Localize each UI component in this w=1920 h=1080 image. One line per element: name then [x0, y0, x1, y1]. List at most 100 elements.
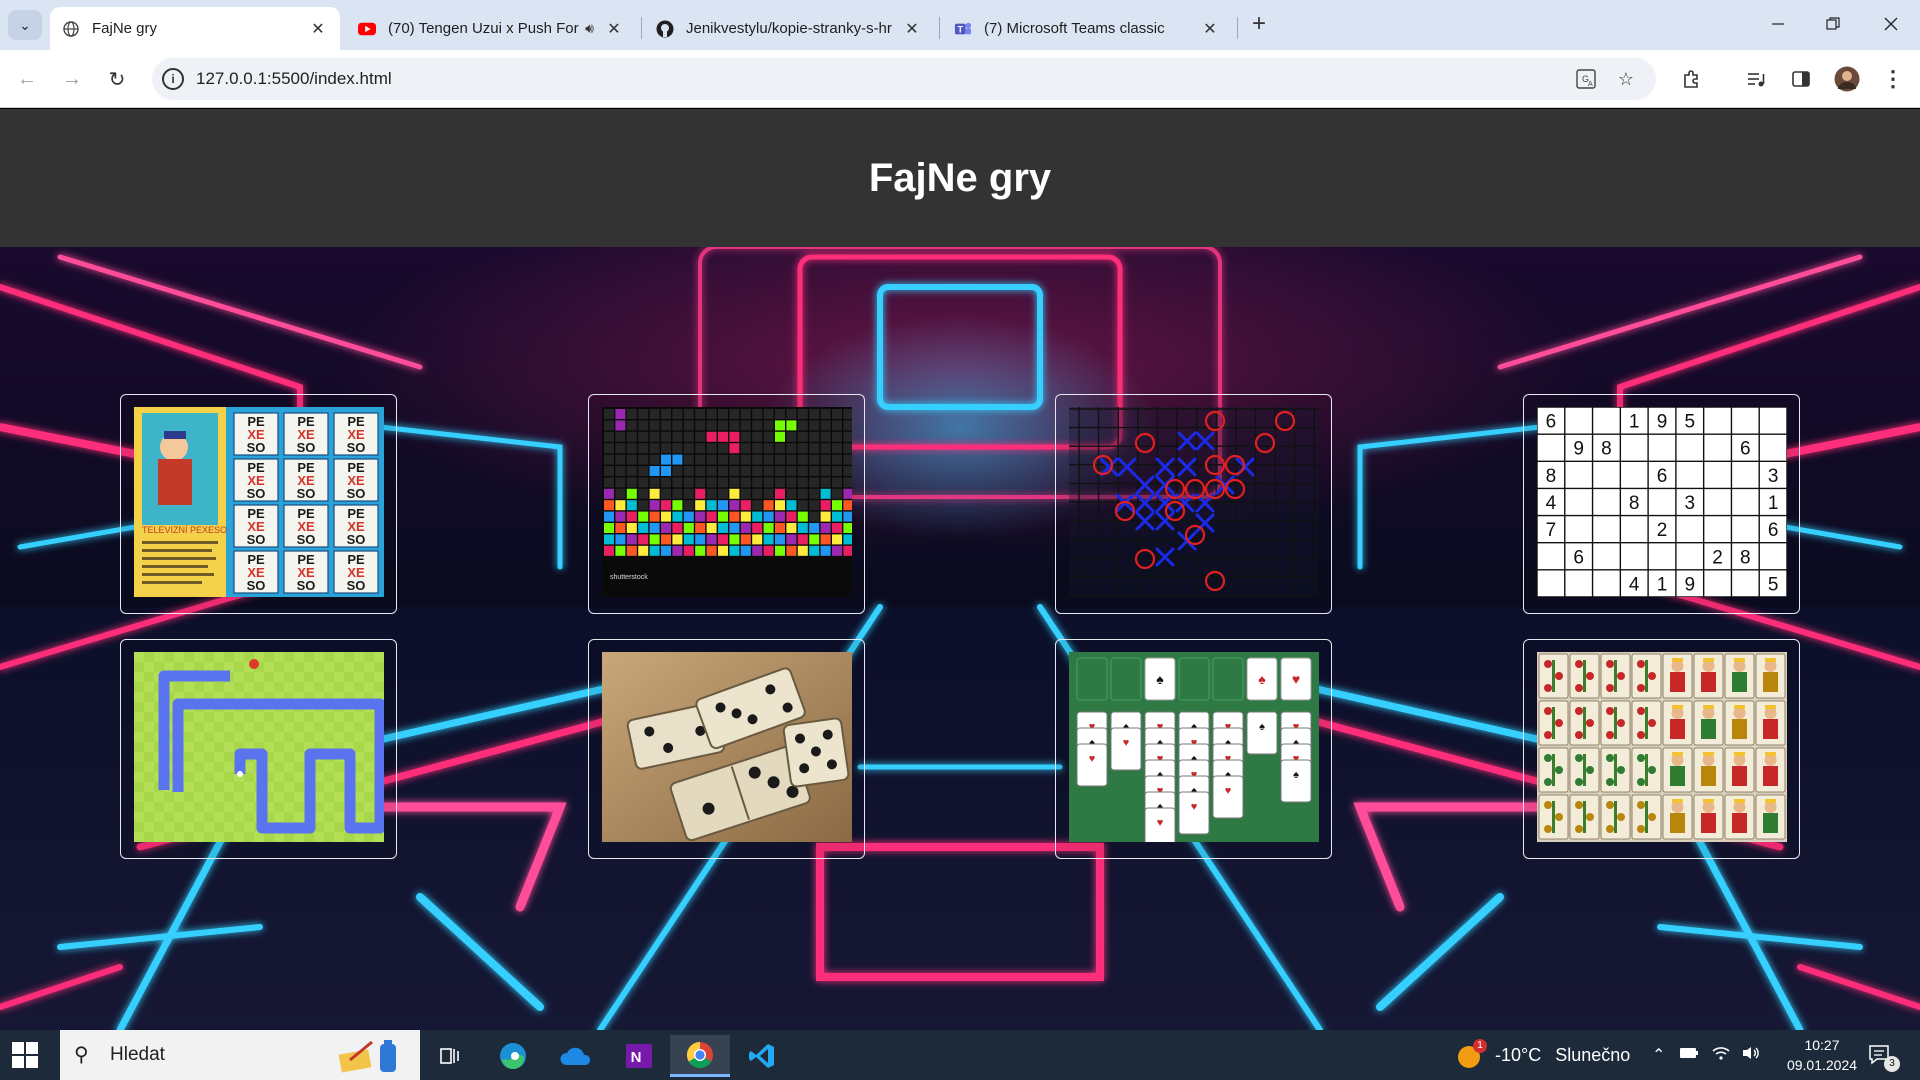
game-card-tic-tac-toe[interactable] [1055, 394, 1332, 614]
svg-text:♠: ♠ [1293, 769, 1299, 781]
tic-tac-toe-thumbnail[interactable] [1069, 407, 1319, 597]
arrow-left-icon: ← [17, 67, 37, 90]
sudoku-cell: 2 [1712, 547, 1723, 568]
tab-title: (70) Tengen Uzui x Push For [388, 20, 579, 37]
pexeso-thumbnail[interactable]: TELEVIZNÍ PEXESO PE XE SO PE XE SO PE XE SO PE XE S… [134, 407, 384, 597]
clock[interactable]: 10:27 09.01.2024 [1776, 1030, 1868, 1080]
volume-icon[interactable] [1741, 1045, 1761, 1066]
vscode-icon[interactable] [737, 1035, 787, 1077]
tab-youtube[interactable]: (70) Tengen Uzui x Push For 🔊︎ ✕ [346, 7, 636, 50]
page-content: FajNe gry TELEVIZNÍ PEXESO PE XE SO PE X… [0, 109, 1920, 1030]
task-view-icon[interactable] [425, 1035, 475, 1077]
reload-button[interactable]: ↻ [101, 63, 133, 95]
sudoku-cell: 8 [1601, 439, 1612, 460]
sudoku-cell: 2 [1657, 520, 1668, 541]
svg-text:♠: ♠ [1258, 671, 1266, 687]
sudoku-cell: 6 [1657, 466, 1668, 487]
svg-text:SO: SO [247, 440, 266, 455]
sudoku-cell: 9 [1657, 412, 1668, 433]
onedrive-icon[interactable] [551, 1035, 601, 1077]
weather-sun-icon: 1 [1455, 1039, 1487, 1069]
solitaire-thumbnail[interactable]: ♠ ♠ ♥ ♥ ♠ ♥ ♠ ♥ ♥ ♠ ♥ ♠ ♥ ♠ ♥ ♠ ♥ ♠ ♥ ♠ ♥ ♥ ♠ ♥ ♠ ♥ ♠ ♥ ♠ ♥ ♠ [1069, 652, 1319, 842]
sudoku-cell: 1 [1629, 412, 1640, 433]
sudoku-thumbnail[interactable]: 619598686348317266284195 [1537, 407, 1787, 597]
taskbar-search[interactable]: ⚲ Hledat [60, 1030, 420, 1080]
svg-text:SO: SO [347, 532, 366, 547]
back-button[interactable]: ← [11, 63, 43, 95]
sudoku-cell: 5 [1684, 412, 1695, 433]
github-icon [656, 20, 674, 38]
url-text[interactable]: 127.0.0.1:5500/index.html [196, 69, 392, 89]
sudoku-cell: 6 [1573, 547, 1584, 568]
tab-teams[interactable]: T (7) Microsoft Teams classic ✕ [942, 7, 1232, 50]
forward-button[interactable]: → [56, 63, 88, 95]
close-tab-icon[interactable]: ✕ [308, 19, 328, 39]
tetris-watermark: shutterstock [610, 574, 648, 581]
more-menu-icon[interactable]: ⋮ [1877, 63, 1909, 95]
tab-fajne-gry[interactable]: FajNe gry ✕ [50, 7, 340, 50]
domino-thumbnail[interactable] [602, 652, 852, 842]
chevron-down-icon: ⌄ [19, 16, 31, 33]
svg-text:N: N [631, 1049, 642, 1066]
address-bar[interactable]: i 127.0.0.1:5500/index.html GA ☆ [152, 58, 1656, 100]
browser-toolbar: ← → ↻ i 127.0.0.1:5500/index.html GA ☆ ⋮ [0, 50, 1920, 108]
new-tab-button[interactable]: + [1244, 10, 1274, 40]
minimize-button[interactable] [1755, 6, 1801, 42]
sudoku-cell: 8 [1546, 466, 1557, 487]
taskbar-search-label: Hledat [110, 1044, 165, 1065]
translate-icon[interactable]: GA [1574, 67, 1598, 91]
extensions-icon[interactable] [1676, 63, 1708, 95]
tab-title: (7) Microsoft Teams classic [984, 20, 1165, 37]
svg-text:SO: SO [297, 532, 316, 547]
game-card-snake[interactable] [120, 639, 397, 859]
game-card-tetris[interactable]: shutterstock [588, 394, 865, 614]
sudoku-cell: 3 [1684, 493, 1695, 514]
system-tray: ⌃ [1652, 1030, 1761, 1080]
restore-button[interactable] [1810, 6, 1856, 42]
svg-text:SO: SO [247, 532, 266, 547]
close-tab-icon[interactable]: ✕ [1200, 19, 1220, 39]
clock-time: 10:27 [1804, 1037, 1840, 1053]
battery-icon[interactable] [1679, 1046, 1699, 1064]
svg-text:♥: ♥ [1191, 801, 1198, 813]
tab-github[interactable]: Jenikvestylu/kopie-stranky-s-hr ✕ [644, 7, 934, 50]
svg-text:♥: ♥ [1157, 817, 1164, 829]
close-window-button[interactable] [1868, 6, 1914, 42]
weather-condition: Slunečno [1555, 1044, 1631, 1065]
tab-search-button[interactable]: ⌄ [8, 10, 42, 40]
close-tab-icon[interactable]: ✕ [902, 19, 922, 39]
site-info-icon[interactable]: i [162, 68, 184, 90]
weather-badge: 1 [1473, 1039, 1487, 1053]
search-icon: ⚲ [74, 1044, 89, 1066]
game-card-mariase[interactable] [1523, 639, 1800, 859]
wifi-icon[interactable] [1711, 1045, 1731, 1066]
sudoku-cell: 3 [1768, 466, 1779, 487]
svg-text:♥: ♥ [1123, 737, 1130, 749]
onenote-icon[interactable]: N [614, 1035, 664, 1077]
windows-start-icon[interactable] [12, 1042, 38, 1068]
notifications-button[interactable]: 3 [1868, 1030, 1900, 1080]
weather-widget[interactable]: 1 -10°C Slunečno [1455, 1030, 1630, 1080]
game-card-solitaire[interactable]: ♠ ♠ ♥ ♥ ♠ ♥ ♠ ♥ ♥ ♠ ♥ ♠ ♥ ♠ ♥ ♠ ♥ ♠ ♥ ♠ ♥ ♥ ♠ ♥ ♠ ♥ ♠ ♥ ♠ ♥ ♠ [1055, 639, 1332, 859]
bookmark-star-icon[interactable]: ☆ [1614, 67, 1638, 91]
game-card-domino[interactable] [588, 639, 865, 859]
edge-icon[interactable] [488, 1035, 538, 1077]
media-control-icon[interactable] [1740, 63, 1772, 95]
teams-icon: T [954, 20, 972, 38]
chevron-up-icon[interactable]: ⌃ [1652, 1045, 1665, 1065]
tab-separator [1237, 17, 1238, 39]
card-deck-thumbnail[interactable] [1537, 652, 1787, 842]
arrow-right-icon: → [62, 67, 82, 90]
game-card-pexeso[interactable]: TELEVIZNÍ PEXESO PE XE SO PE XE SO PE XE SO PE XE S… [120, 394, 397, 614]
side-panel-icon[interactable] [1785, 63, 1817, 95]
svg-text:SO: SO [347, 440, 366, 455]
game-card-sudoku[interactable]: 619598686348317266284195 [1523, 394, 1800, 614]
snake-thumbnail[interactable] [134, 652, 384, 842]
chrome-icon[interactable] [670, 1035, 730, 1077]
svg-text:SO: SO [297, 578, 316, 593]
tetris-thumbnail[interactable]: shutterstock [602, 407, 852, 597]
close-tab-icon[interactable]: ✕ [604, 19, 624, 39]
browser-tab-strip: ⌄ FajNe gry ✕ (70) Tengen Uzui x Push Fo… [0, 0, 1920, 50]
profile-avatar[interactable] [1831, 63, 1863, 95]
speaker-icon[interactable]: 🔊︎ [585, 20, 594, 37]
